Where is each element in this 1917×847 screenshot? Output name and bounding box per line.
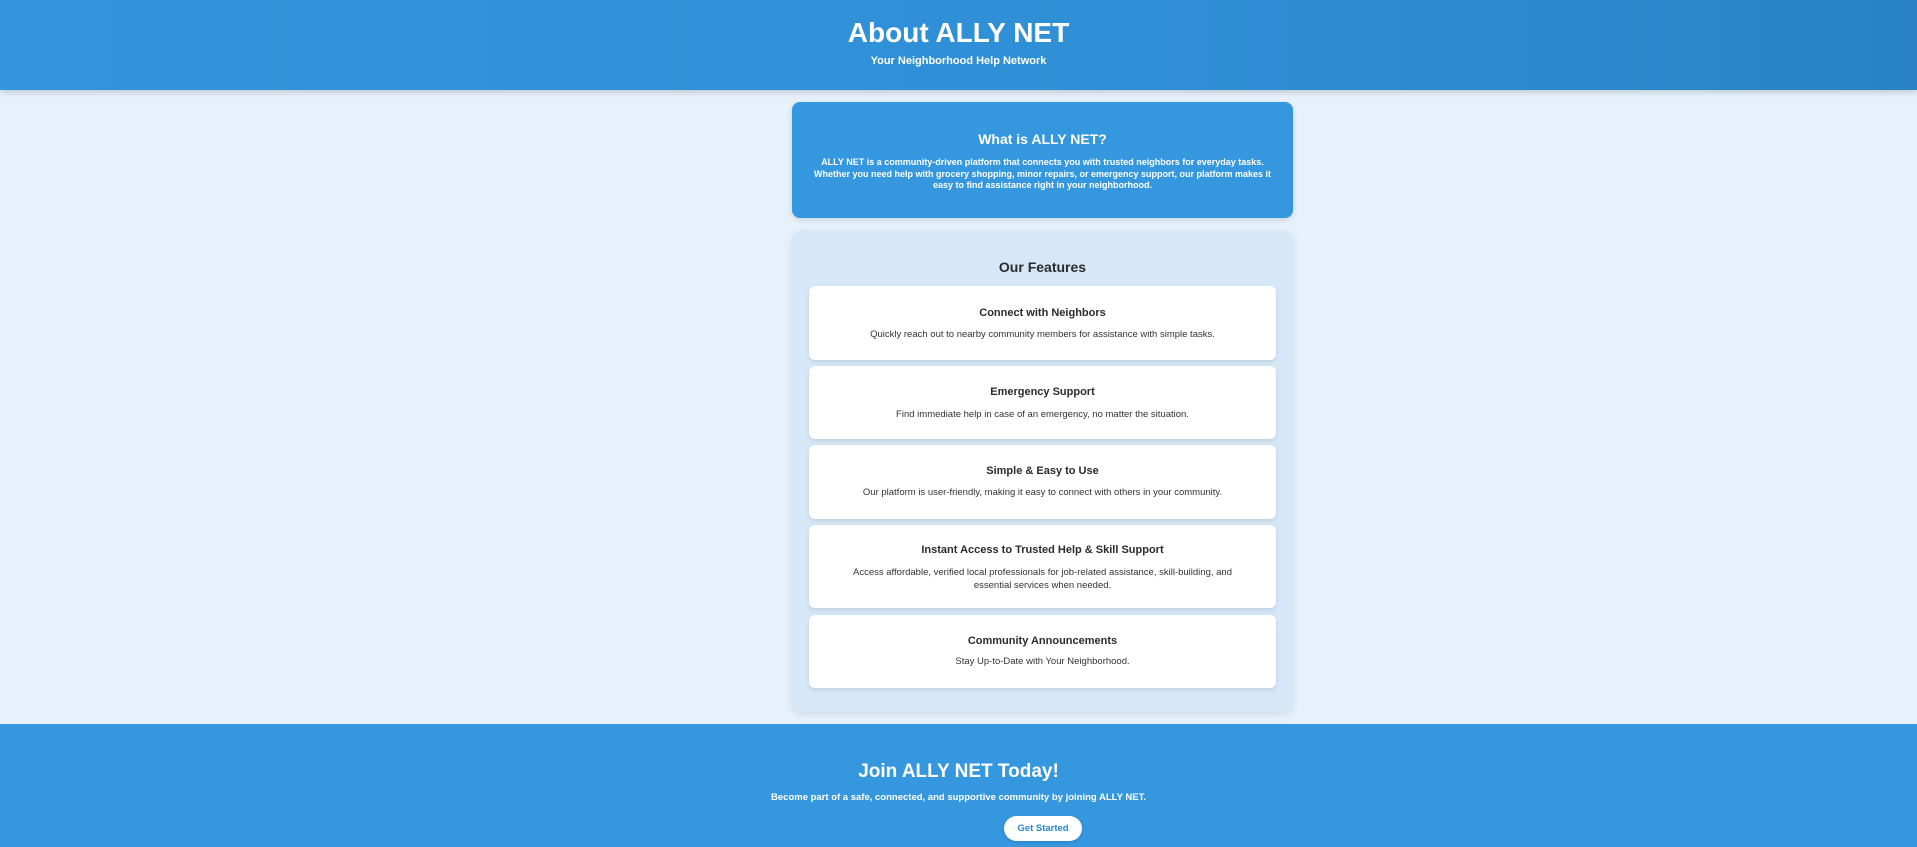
feature-title: Community Announcements xyxy=(967,635,1118,647)
get-started-button[interactable]: Get Started xyxy=(1004,816,1082,841)
page-subtitle: Your Neighborhood Help Network xyxy=(870,55,1047,67)
feature-title: Instant Access to Trusted Help & Skill S… xyxy=(921,544,1164,556)
features-panel: Our Features Connect with Neighbors Quic… xyxy=(792,231,1293,712)
feature-description: Stay Up-to-Date with Your Neighborhood. xyxy=(955,656,1130,667)
join-cta-section: Join ALLY NET Today! Become part of a sa… xyxy=(0,724,1917,847)
feature-description: Find immediate help in case of an emerge… xyxy=(896,409,1189,420)
feature-card-connect-neighbors: Connect with Neighbors Quickly reach out… xyxy=(809,286,1276,360)
feature-title: Simple & Easy to Use xyxy=(986,465,1099,477)
feature-card-emergency-support: Emergency Support Find immediate help in… xyxy=(809,366,1276,439)
feature-card-simple-easy: Simple & Easy to Use Our platform is use… xyxy=(809,445,1276,519)
feature-description: Quickly reach out to nearby community me… xyxy=(870,329,1215,340)
features-title: Our Features xyxy=(998,259,1087,275)
cta-title: Join ALLY NET Today! xyxy=(858,761,1059,782)
intro-text: ALLY NET is a community-driven platform … xyxy=(813,157,1272,190)
intro-card: What is ALLY NET? ALLY NET is a communit… xyxy=(792,102,1293,218)
feature-title: Connect with Neighbors xyxy=(979,307,1106,319)
feature-title: Emergency Support xyxy=(990,386,1095,398)
feature-description: Our platform is user-friendly, making it… xyxy=(862,487,1223,498)
feature-description: Access affordable, verified local profes… xyxy=(853,567,1232,591)
cta-text: Become part of a safe, connected, and su… xyxy=(771,792,1146,803)
intro-title: What is ALLY NET? xyxy=(978,131,1107,147)
feature-card-community-announcements: Community Announcements Stay Up-to-Date … xyxy=(809,615,1276,688)
page-header: About ALLY NET Your Neighborhood Help Ne… xyxy=(0,0,1917,90)
feature-card-trusted-help: Instant Access to Trusted Help & Skill S… xyxy=(809,525,1276,608)
